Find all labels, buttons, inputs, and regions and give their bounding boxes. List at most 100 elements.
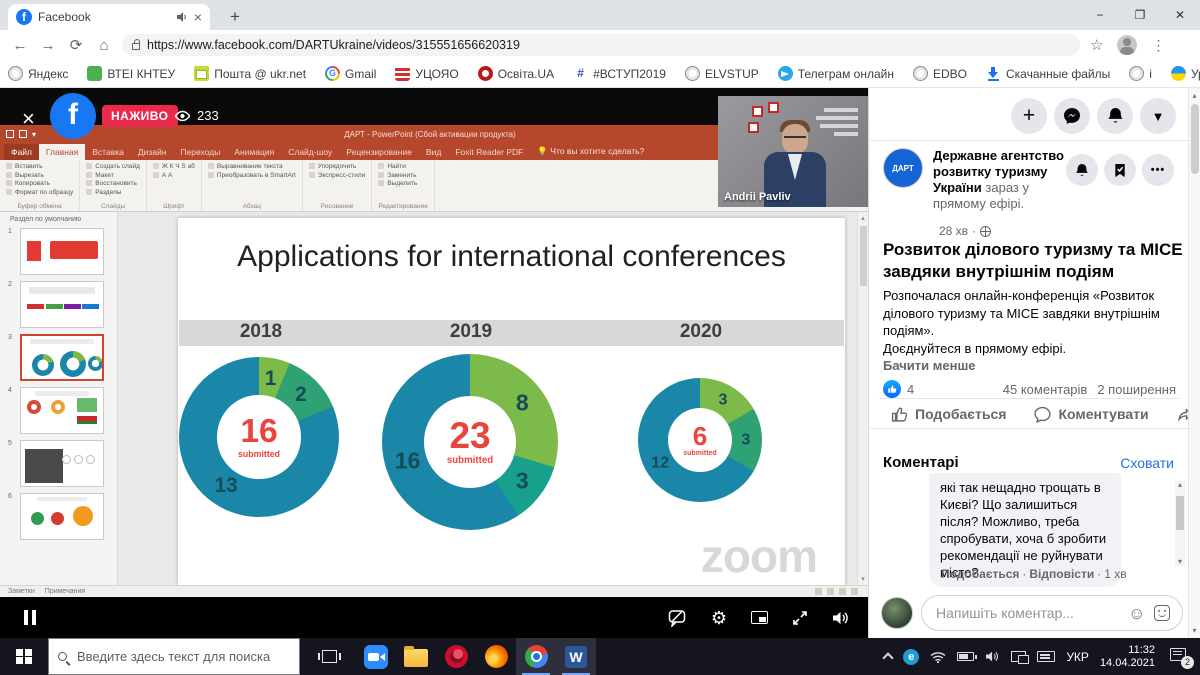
taskbar-app-zoom[interactable]: [356, 638, 396, 675]
ribbon-control[interactable]: Формат по образцу: [6, 189, 73, 198]
bookmark-item[interactable]: Скачанные файлы: [986, 66, 1110, 81]
url-field[interactable]: https://www.facebook.com/DARTUkraine/vid…: [122, 34, 1080, 56]
profile-avatar[interactable]: [1117, 35, 1137, 55]
volume-icon[interactable]: [832, 610, 850, 626]
ribbon-control[interactable]: Выравнивание текста: [208, 163, 296, 172]
bookmark-item[interactable]: i: [1129, 66, 1152, 81]
ribbon-tab-10[interactable]: Foxit Reader PDF: [448, 144, 530, 160]
keyboard-tray-icon[interactable]: [1037, 651, 1055, 662]
minimize-button[interactable]: −: [1080, 0, 1120, 30]
like-reaction-icon[interactable]: [883, 380, 901, 398]
ribbon-control[interactable]: Копировать: [6, 180, 73, 189]
scroll-up-icon[interactable]: ▴: [858, 214, 868, 222]
comments-scrollbar[interactable]: ▴ ▾: [1175, 480, 1185, 566]
comment-input-wrapper[interactable]: ☺: [921, 595, 1183, 631]
post-more-button[interactable]: •••: [1142, 154, 1174, 186]
comment-button[interactable]: Коментувати: [1020, 401, 1162, 427]
messenger-button[interactable]: [1054, 98, 1090, 134]
picture-in-picture-icon[interactable]: [751, 611, 768, 624]
scroll-thumb[interactable]: [1191, 104, 1199, 174]
page-name[interactable]: Державне агентство розвитку туризму Укра…: [933, 148, 1083, 212]
refresh-icon[interactable]: ⟳: [62, 36, 90, 54]
comments-count[interactable]: 45 коментарів: [1003, 382, 1088, 397]
scroll-up-icon[interactable]: ▴: [1175, 480, 1185, 489]
slide-scrollbar[interactable]: ▴ ▾: [857, 212, 868, 585]
tab-close-icon[interactable]: ×: [194, 10, 202, 24]
browser-menu-icon[interactable]: ⋮: [1151, 37, 1165, 54]
ribbon-tab-5[interactable]: Переходы: [173, 144, 227, 160]
bookmark-item[interactable]: УЦОЯО: [395, 66, 458, 81]
sidebar-scrollbar[interactable]: ▴ ▾: [1188, 88, 1200, 638]
bookmark-item[interactable]: ВТЕІ КНТЕУ: [87, 66, 175, 81]
new-tab-button[interactable]: +: [222, 5, 248, 29]
ribbon-tab-1[interactable]: Файл: [4, 144, 39, 160]
bookmark-star-icon[interactable]: ☆: [1090, 36, 1103, 54]
ribbon-control[interactable]: Ж К Ч S аб: [153, 163, 195, 172]
notifications-button[interactable]: [1097, 98, 1133, 134]
comment-reply-link[interactable]: Відповісти: [1029, 567, 1094, 581]
bookmark-item[interactable]: EDBO: [913, 66, 967, 81]
scroll-up-icon[interactable]: ▴: [1189, 91, 1200, 100]
hide-comments-link[interactable]: Сховати: [1120, 455, 1174, 471]
ribbon-control[interactable]: Заменить: [378, 172, 428, 181]
ribbon-control[interactable]: Экспресс-стили: [309, 172, 366, 181]
comment-like-link[interactable]: Подобається: [941, 567, 1019, 581]
language-indicator[interactable]: УКР: [1066, 650, 1089, 664]
battery-icon[interactable]: [957, 652, 974, 661]
like-count[interactable]: 4: [907, 382, 914, 397]
wifi-icon[interactable]: [930, 651, 946, 663]
ribbon-control[interactable]: Создать слайд: [86, 163, 140, 172]
ribbon-control[interactable]: А А: [153, 172, 195, 181]
taskbar-app-chrome[interactable]: [516, 638, 556, 675]
create-button[interactable]: +: [1011, 98, 1047, 134]
scroll-down-icon[interactable]: ▾: [1189, 626, 1200, 635]
taskbar-app-word[interactable]: W: [556, 638, 596, 675]
bookmark-item[interactable]: #ВСТУП2019: [573, 66, 666, 81]
bookmark-item[interactable]: Gmail: [325, 66, 376, 81]
slide-thumbnail-4[interactable]: [20, 387, 104, 434]
view-buttons[interactable]: [815, 588, 858, 595]
scroll-thumb[interactable]: [860, 226, 867, 286]
restore-button[interactable]: ❐: [1120, 0, 1160, 30]
scroll-thumb[interactable]: [1176, 496, 1184, 530]
action-center-button[interactable]: 2: [1170, 647, 1192, 667]
taskbar-app-red[interactable]: [436, 638, 476, 675]
like-button[interactable]: Подобається: [877, 401, 1020, 427]
tray-expand-icon[interactable]: [883, 652, 894, 663]
slide-thumbnail-1[interactable]: [20, 228, 104, 275]
scroll-down-icon[interactable]: ▾: [858, 575, 868, 583]
bookmark-item[interactable]: ELVSTUP: [685, 66, 759, 81]
status-item[interactable]: Заметки: [8, 588, 35, 595]
home-icon[interactable]: ⌂: [90, 37, 118, 54]
ribbon-tab-3[interactable]: Вставка: [85, 144, 131, 160]
scroll-down-icon[interactable]: ▾: [1175, 557, 1185, 566]
back-icon[interactable]: ←: [6, 37, 34, 54]
bookmark-item[interactable]: Освіта.UA: [478, 66, 554, 81]
start-button[interactable]: [0, 638, 48, 675]
video-close-icon[interactable]: ×: [22, 106, 35, 132]
post-timestamp[interactable]: 28 хв·: [939, 224, 991, 238]
account-menu-button[interactable]: ▼: [1140, 98, 1176, 134]
ribbon-control[interactable]: Найти: [378, 163, 428, 172]
settings-gear-icon[interactable]: ⚙: [711, 609, 727, 627]
tray-volume-icon[interactable]: [985, 650, 1000, 663]
fullscreen-icon[interactable]: [792, 610, 808, 626]
bookmark-item[interactable]: Яндекс: [8, 66, 68, 81]
ribbon-tab-6[interactable]: Анимация: [227, 144, 281, 160]
slide-thumbnail-5[interactable]: [20, 440, 104, 487]
ribbon-control[interactable]: Вставить: [6, 163, 73, 172]
ribbon-tab-4[interactable]: Дизайн: [131, 144, 174, 160]
taskbar-clock[interactable]: 11:32 14.04.2021: [1100, 644, 1155, 670]
tell-me-box[interactable]: 💡 Что вы хотите сделать?: [530, 143, 651, 160]
ribbon-control[interactable]: Выделить: [378, 180, 428, 189]
ribbon-control[interactable]: Упорядочить: [309, 163, 366, 172]
browser-tab[interactable]: f Facebook ×: [8, 4, 210, 30]
ribbon-control[interactable]: Макет: [86, 172, 140, 181]
bookmark-item[interactable]: Телеграм онлайн: [778, 66, 894, 81]
slide-thumbnail-2[interactable]: [20, 281, 104, 328]
follow-bell-button[interactable]: [1066, 154, 1098, 186]
taskbar-app-firefox[interactable]: [476, 638, 516, 675]
pause-button[interactable]: [24, 610, 36, 625]
forward-icon[interactable]: →: [34, 37, 62, 54]
ribbon-tab-7[interactable]: Слайд-шоу: [281, 144, 339, 160]
